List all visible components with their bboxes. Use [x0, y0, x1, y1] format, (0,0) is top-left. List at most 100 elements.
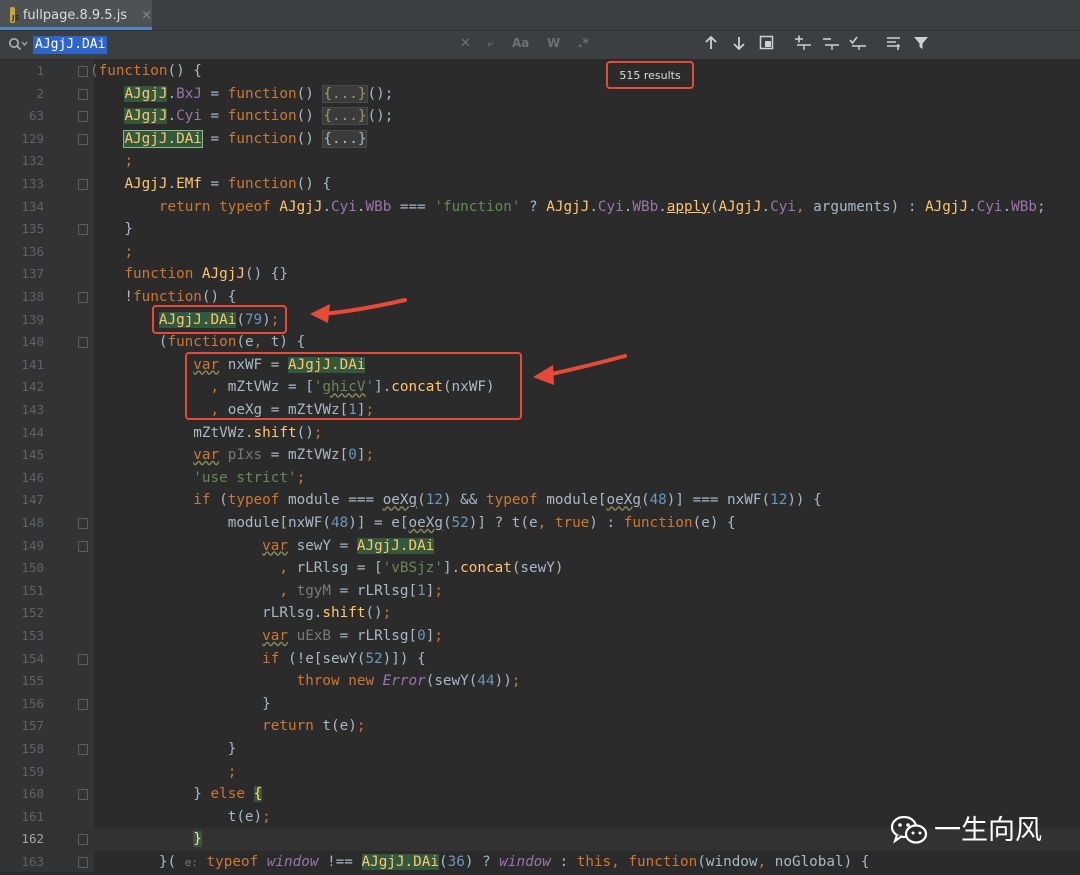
code-text: function AJgjJ() {} [124, 266, 289, 283]
code-line[interactable]: 147 if (typeof module === oeXg(12) && ty… [0, 489, 1080, 512]
select-all-occurrences-icon[interactable] [759, 35, 774, 54]
code-line[interactable]: 134 return typeof AJgjJ.Cyi.WBb === 'fun… [0, 196, 1080, 219]
whole-words-icon[interactable]: W [547, 36, 560, 50]
code-line[interactable]: 163 }( e: typeof window !== AJgjJ.DAi(36… [0, 851, 1080, 874]
code-line[interactable]: 129 AJgjJ.DAi = function() {...} [0, 128, 1080, 151]
code-line[interactable]: 149 var sewY = AJgjJ.DAi [0, 535, 1080, 558]
line-number: 147 [21, 492, 44, 508]
code-line[interactable]: 144 mZtVWz.shift(); [0, 422, 1080, 445]
next-occurrence-icon[interactable] [732, 35, 746, 55]
clear-search-icon[interactable]: ✕ [460, 36, 471, 51]
code-text: AJgjJ.BxJ = function() {...}(); [124, 84, 394, 103]
match-case-icon[interactable]: Aa [512, 36, 529, 50]
code-line[interactable]: 150 , rLRlsg = ['vBSjz'].concat(sewY) [0, 557, 1080, 580]
code-text: } else { [90, 786, 263, 803]
line-number: 148 [21, 515, 44, 530]
code-text: return t(e); [262, 718, 366, 735]
fold-marker-icon[interactable] [78, 66, 88, 77]
code-text: module[nxWF(48)] = e[oeXg(52)] ? t(e, tr… [90, 515, 736, 531]
code-text: } [90, 741, 237, 757]
line-number: 137 [21, 266, 44, 282]
show-filter-popup-icon[interactable] [886, 35, 902, 55]
previous-occurrence-icon[interactable] [704, 35, 718, 55]
code-text: ; [124, 243, 134, 260]
fold-marker-icon[interactable] [78, 698, 88, 710]
code-line[interactable]: 153 var uExB = rLRlsg[0]; [0, 625, 1080, 648]
code-line[interactable]: 145 var pIxs = mZtVWz[0]; [0, 444, 1080, 467]
code-text: AJgjJ.EMf = function() { [124, 176, 332, 192]
regex-icon[interactable]: .* [578, 36, 589, 50]
fold-marker-icon[interactable] [78, 744, 88, 755]
line-number: 150 [21, 560, 44, 576]
wechat-logo-icon [890, 814, 928, 844]
tab-fullpage-js[interactable]: JS fullpage.8.9.5.js × [0, 0, 152, 30]
code-text: var sewY = AJgjJ.DAi [262, 537, 435, 554]
code-text: (function(e, t) { [90, 334, 306, 351]
code-line[interactable]: 136 ; [0, 241, 1080, 264]
code-line[interactable]: 135 } [0, 218, 1080, 241]
toggle-selection-icon[interactable] [849, 35, 867, 55]
fold-marker-icon[interactable] [78, 111, 88, 123]
js-file-icon: JS [10, 7, 20, 23]
code-line[interactable]: 143 , oeXg = mZtVWz[1]; [0, 399, 1080, 422]
code-text: (function() { [90, 63, 202, 79]
code-line[interactable]: 137 function AJgjJ() {} [0, 263, 1080, 286]
fold-marker-icon[interactable] [78, 179, 88, 190]
line-number: 135 [21, 221, 44, 237]
highlight-box-line-139 [152, 305, 287, 334]
code-text: }( e: typeof window !== AJgjJ.DAi(36) ? … [90, 854, 870, 870]
new-line-icon[interactable]: ⤶ [487, 36, 494, 51]
fold-marker-icon[interactable] [78, 133, 88, 145]
code-line[interactable]: 151 , tgyM = rLRlsg[1]; [0, 580, 1080, 603]
line-number: 2 [36, 85, 44, 101]
line-number: 152 [21, 605, 44, 621]
fold-marker-icon[interactable] [78, 292, 88, 303]
fold-marker-icon[interactable] [78, 857, 88, 868]
code-line[interactable]: 157 return t(e); [0, 715, 1080, 738]
code-text: t(e); [90, 808, 271, 825]
fold-marker-icon[interactable] [78, 518, 88, 529]
tab-close-icon[interactable]: × [141, 8, 152, 23]
red-arrow-1 [310, 298, 407, 323]
fold-marker-icon[interactable] [78, 653, 88, 665]
wechat-watermark: 一生向风 [890, 808, 1042, 847]
editor-tabbar: JS fullpage.8.9.5.js × [0, 0, 1080, 31]
search-input[interactable]: AJgjJ.DAi [33, 36, 108, 54]
code-line[interactable]: 2 AJgjJ.BxJ = function() {...}(); [0, 83, 1080, 106]
fold-marker-icon[interactable] [78, 224, 88, 236]
add-occurrence-icon[interactable] [794, 35, 812, 55]
code-line[interactable]: 148 module[nxWF(48)] = e[oeXg(52)] ? t(e… [0, 512, 1080, 535]
line-number: 141 [21, 356, 44, 372]
code-line[interactable]: 159 ; [0, 761, 1080, 784]
fold-marker-icon[interactable] [78, 337, 88, 349]
code-text: return typeof AJgjJ.Cyi.WBb === 'functio… [158, 198, 1046, 215]
code-line[interactable]: 1 (function() { [0, 60, 1080, 83]
fold-marker-icon[interactable] [78, 88, 88, 100]
code-line[interactable]: 155 throw new Error(sewY(44)); [0, 670, 1080, 693]
code-line[interactable]: 158 } [0, 738, 1080, 761]
line-number: 151 [21, 582, 44, 598]
code-line[interactable]: 146 'use strict'; [0, 467, 1080, 490]
code-line[interactable]: 63 AJgjJ.Cyi = function() {...}(); [0, 105, 1080, 128]
code-line[interactable]: 152 rLRlsg.shift(); [0, 602, 1080, 625]
remove-occurrence-icon[interactable] [822, 35, 840, 55]
line-number: 154 [21, 650, 44, 666]
code-text: AJgjJ.Cyi = function() {...}(); [124, 107, 394, 126]
line-number: 129 [21, 130, 44, 146]
line-number: 143 [21, 402, 44, 417]
code-line[interactable]: 133 AJgjJ.EMf = function() { [0, 173, 1080, 196]
code-line[interactable]: 132 ; [0, 150, 1080, 173]
fold-marker-icon[interactable] [78, 834, 88, 846]
code-text: } [90, 695, 271, 712]
code-line[interactable]: 156 } [0, 693, 1080, 716]
fold-marker-icon[interactable] [78, 540, 88, 552]
red-arrow-2 [533, 354, 627, 385]
search-icon[interactable] [8, 37, 28, 55]
code-line[interactable]: 160 } else { [0, 783, 1080, 806]
fold-marker-icon[interactable] [78, 789, 88, 801]
filter-icon[interactable] [913, 35, 929, 55]
code-text: AJgjJ.DAi = function() {...} [123, 129, 368, 148]
code-line[interactable]: 154 if (!e[sewY(52)]) { [0, 648, 1080, 671]
line-number: 145 [21, 447, 44, 463]
active-tab-indicator [0, 27, 152, 30]
